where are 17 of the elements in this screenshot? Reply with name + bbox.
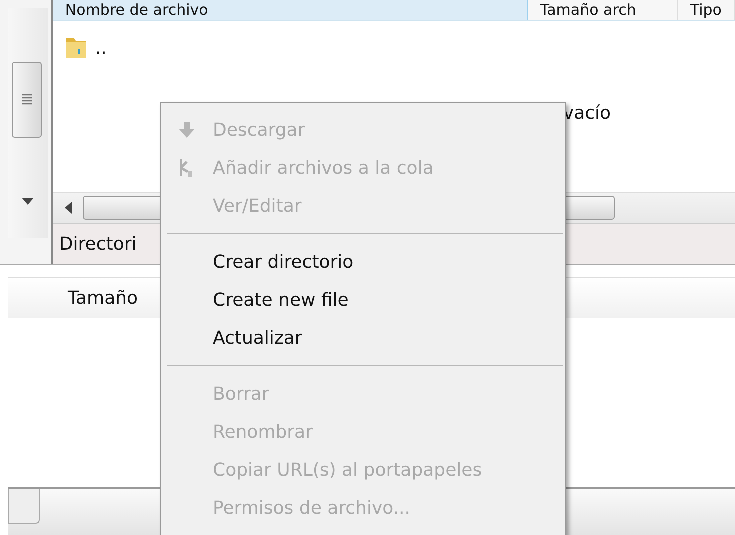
- status-text: Directori: [59, 234, 137, 254]
- grip-icon: [22, 94, 32, 106]
- scroll-thumb[interactable]: [12, 62, 42, 138]
- menu-item[interactable]: Crear directorio: [161, 243, 565, 281]
- scroll-down-icon[interactable]: [22, 198, 34, 206]
- menu-item[interactable]: Create new file: [161, 281, 565, 319]
- menu-item[interactable]: Actualizar: [161, 319, 565, 357]
- tab[interactable]: [8, 489, 40, 524]
- down-arrow-icon: [178, 121, 196, 139]
- column-header[interactable]: Nombre de archivo: [53, 0, 528, 20]
- empty-message: vacío: [563, 103, 612, 124]
- column-header[interactable]: Tamaño arch: [528, 0, 678, 20]
- file-arrow-icon: [180, 158, 194, 178]
- column-header[interactable]: Tipo: [678, 0, 735, 20]
- file-name[interactable]: ..: [95, 38, 107, 58]
- column-header[interactable]: Tamaño: [8, 288, 138, 308]
- scroll-left-icon[interactable]: [65, 202, 74, 214]
